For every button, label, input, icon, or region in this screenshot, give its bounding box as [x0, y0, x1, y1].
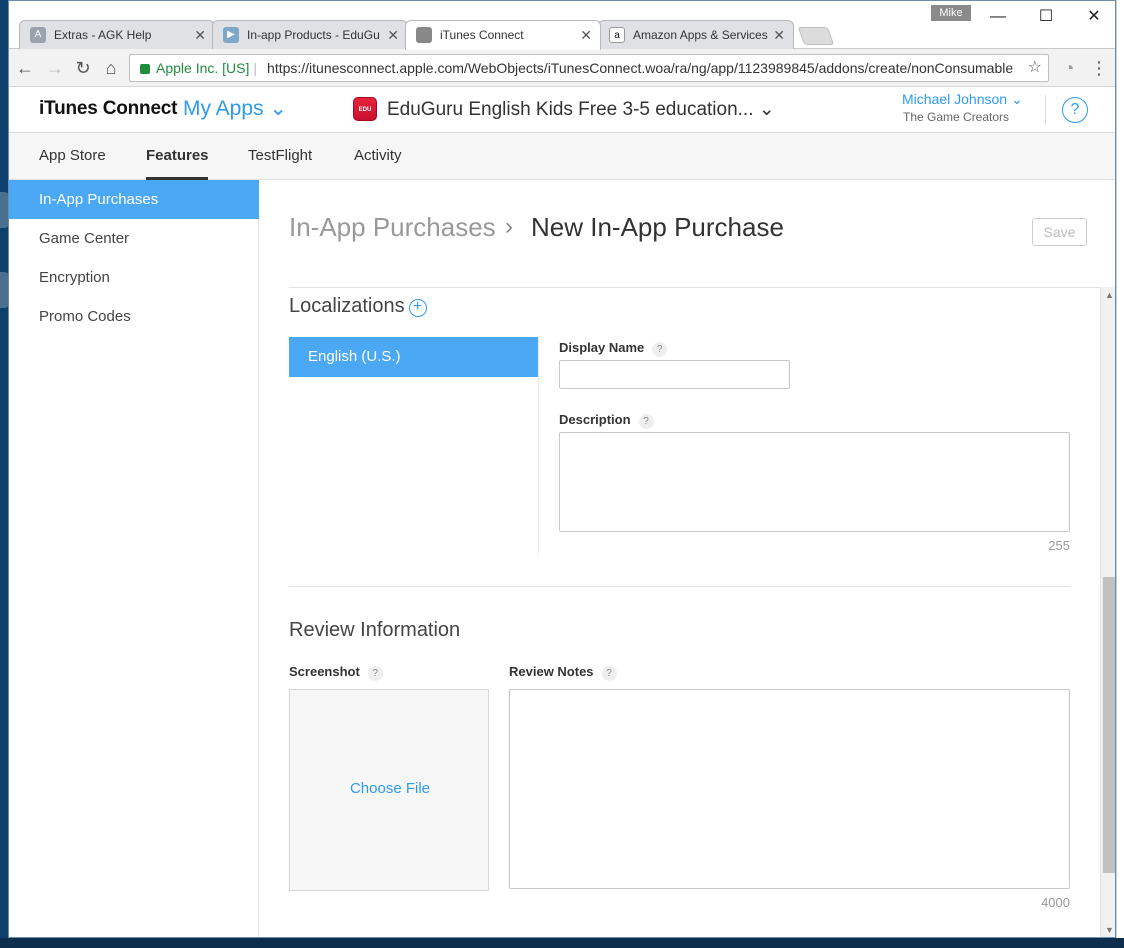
tab-agk-help[interactable]: A Extras - AGK Help ✕: [19, 20, 215, 49]
sidebar-item-promo-codes[interactable]: Promo Codes: [9, 297, 259, 336]
close-window-icon[interactable]: ✕: [1071, 3, 1115, 31]
review-notes-textarea[interactable]: [509, 689, 1070, 889]
tab-title: Amazon Apps & Services: [633, 28, 768, 42]
sidebar-item-in-app-purchases[interactable]: In-App Purchases: [9, 180, 259, 219]
sidebar: In-App Purchases Game Center Encryption …: [9, 180, 259, 937]
sidebar-item-game-center[interactable]: Game Center: [9, 219, 259, 258]
tab-features[interactable]: Features: [146, 147, 209, 164]
url-text: https://itunesconnect.apple.com/WebObjec…: [267, 60, 1014, 76]
forward-icon[interactable]: →: [43, 56, 67, 80]
localizations-title: Localizations: [289, 295, 405, 317]
close-tab-icon[interactable]: ✕: [387, 21, 399, 49]
display-name-label: Display Name?: [559, 340, 668, 357]
review-notes-label: Review Notes?: [509, 664, 617, 681]
address-separator: |: [253, 60, 258, 76]
page-title: New In-App Purchase: [531, 212, 784, 242]
review-notes-label-text: Review Notes: [509, 664, 594, 679]
help-question-icon[interactable]: ?: [367, 666, 383, 681]
page-scrollbar[interactable]: ▲ ▼: [1100, 287, 1115, 937]
back-icon[interactable]: ←: [13, 56, 37, 80]
description-char-limit: 255: [1048, 538, 1070, 553]
play-console-favicon-icon: ▶: [223, 27, 239, 43]
tab-in-app-products[interactable]: ▶ In-app Products - EduGu ✕: [212, 20, 408, 49]
extension-icon[interactable]: ◔: [1057, 56, 1081, 80]
secure-origin-label: Apple Inc. [US]: [156, 60, 250, 76]
home-icon[interactable]: ⌂: [99, 56, 123, 80]
breadcrumb-chevron-icon: ›: [505, 213, 513, 240]
browser-menu-icon[interactable]: ⋮: [1087, 56, 1111, 80]
help-question-icon[interactable]: ?: [638, 414, 654, 429]
review-notes-char-limit: 4000: [1041, 895, 1070, 910]
my-apps-dropdown[interactable]: My Apps ⌄: [183, 96, 287, 121]
scroll-down-icon[interactable]: ▼: [1101, 922, 1115, 937]
profile-badge[interactable]: Mike: [931, 5, 971, 21]
screenshot-label: Screenshot?: [289, 664, 383, 681]
header-divider: [289, 287, 1115, 288]
tab-amazon-apps[interactable]: a Amazon Apps & Services ✕: [598, 20, 794, 49]
description-label-text: Description: [559, 412, 631, 427]
lock-icon: [140, 64, 150, 74]
app-icon: EDU: [353, 97, 377, 121]
add-localization-icon[interactable]: +: [408, 299, 427, 317]
close-tab-icon[interactable]: ✕: [773, 21, 785, 49]
locale-divider: [538, 337, 539, 555]
review-information-title: Review Information: [289, 619, 461, 641]
user-menu[interactable]: Michael Johnson ⌄: [902, 91, 1023, 108]
display-name-label-text: Display Name: [559, 340, 645, 355]
help-icon[interactable]: ?: [1062, 97, 1088, 123]
background-window-edge: [1116, 0, 1124, 938]
amazon-favicon-icon: a: [609, 27, 625, 43]
description-label: Description?: [559, 412, 654, 429]
help-question-icon[interactable]: ?: [652, 342, 668, 357]
display-name-input[interactable]: [559, 360, 790, 389]
app-selector[interactable]: EduGuru English Kids Free 3-5 education.…: [387, 98, 775, 121]
close-tab-icon[interactable]: ✕: [194, 21, 206, 49]
choose-file-link[interactable]: Choose File: [290, 780, 490, 797]
locale-item-english-us[interactable]: English (U.S.): [289, 337, 538, 377]
tab-title: Extras - AGK Help: [54, 28, 152, 42]
reload-icon[interactable]: ↻: [71, 56, 95, 80]
apple-favicon-icon: [416, 27, 432, 43]
screenshot-label-text: Screenshot: [289, 664, 360, 679]
agk-favicon-icon: A: [30, 27, 46, 43]
bookmark-star-icon[interactable]: ☆: [1028, 55, 1042, 81]
tab-activity[interactable]: Activity: [354, 147, 402, 164]
help-question-icon[interactable]: ?: [601, 666, 617, 681]
tab-testflight[interactable]: TestFlight: [248, 147, 312, 164]
browser-toolbar: ← → ↻ ⌂ Apple Inc. [US] | https://itunesco…: [9, 49, 1115, 87]
address-bar[interactable]: Apple Inc. [US] | https://itunesconnect.ap…: [129, 54, 1049, 82]
taskbar: [0, 938, 1124, 948]
minimize-icon[interactable]: —: [975, 3, 1021, 31]
header-divider: [1045, 95, 1046, 125]
brand-title[interactable]: iTunes Connect: [39, 98, 178, 120]
scroll-up-icon[interactable]: ▲: [1101, 287, 1115, 304]
section-nav: App Store Features TestFlight Activity: [9, 133, 1115, 180]
itc-header: iTunes Connect My Apps ⌄ EDU EduGuru Eng…: [9, 87, 1115, 133]
main-content: In-App Purchases › New In-App Purchase S…: [259, 180, 1115, 937]
scrollbar-thumb[interactable]: [1103, 577, 1115, 873]
new-tab-button[interactable]: [797, 27, 835, 45]
browser-window: A Extras - AGK Help ✕ ▶ In-app Products …: [8, 0, 1116, 938]
breadcrumb-parent[interactable]: In-App Purchases: [289, 212, 496, 243]
screenshot-dropzone[interactable]: Choose File: [289, 689, 489, 891]
tab-bar: A Extras - AGK Help ✕ ▶ In-app Products …: [9, 1, 1115, 50]
tab-title: In-app Products - EduGu: [247, 28, 380, 42]
save-button[interactable]: Save: [1032, 218, 1087, 246]
tab-title: iTunes Connect: [440, 28, 524, 42]
description-textarea[interactable]: [559, 432, 1070, 532]
sidebar-item-encryption[interactable]: Encryption: [9, 258, 259, 297]
localizations-heading: Localizations +: [289, 295, 427, 318]
tab-itunes-connect[interactable]: iTunes Connect ✕: [405, 20, 601, 50]
close-tab-icon[interactable]: ✕: [580, 21, 592, 49]
maximize-icon[interactable]: ☐: [1023, 3, 1069, 31]
section-divider: [289, 586, 1070, 587]
org-name: The Game Creators: [903, 110, 1010, 124]
tab-app-store[interactable]: App Store: [39, 147, 106, 164]
